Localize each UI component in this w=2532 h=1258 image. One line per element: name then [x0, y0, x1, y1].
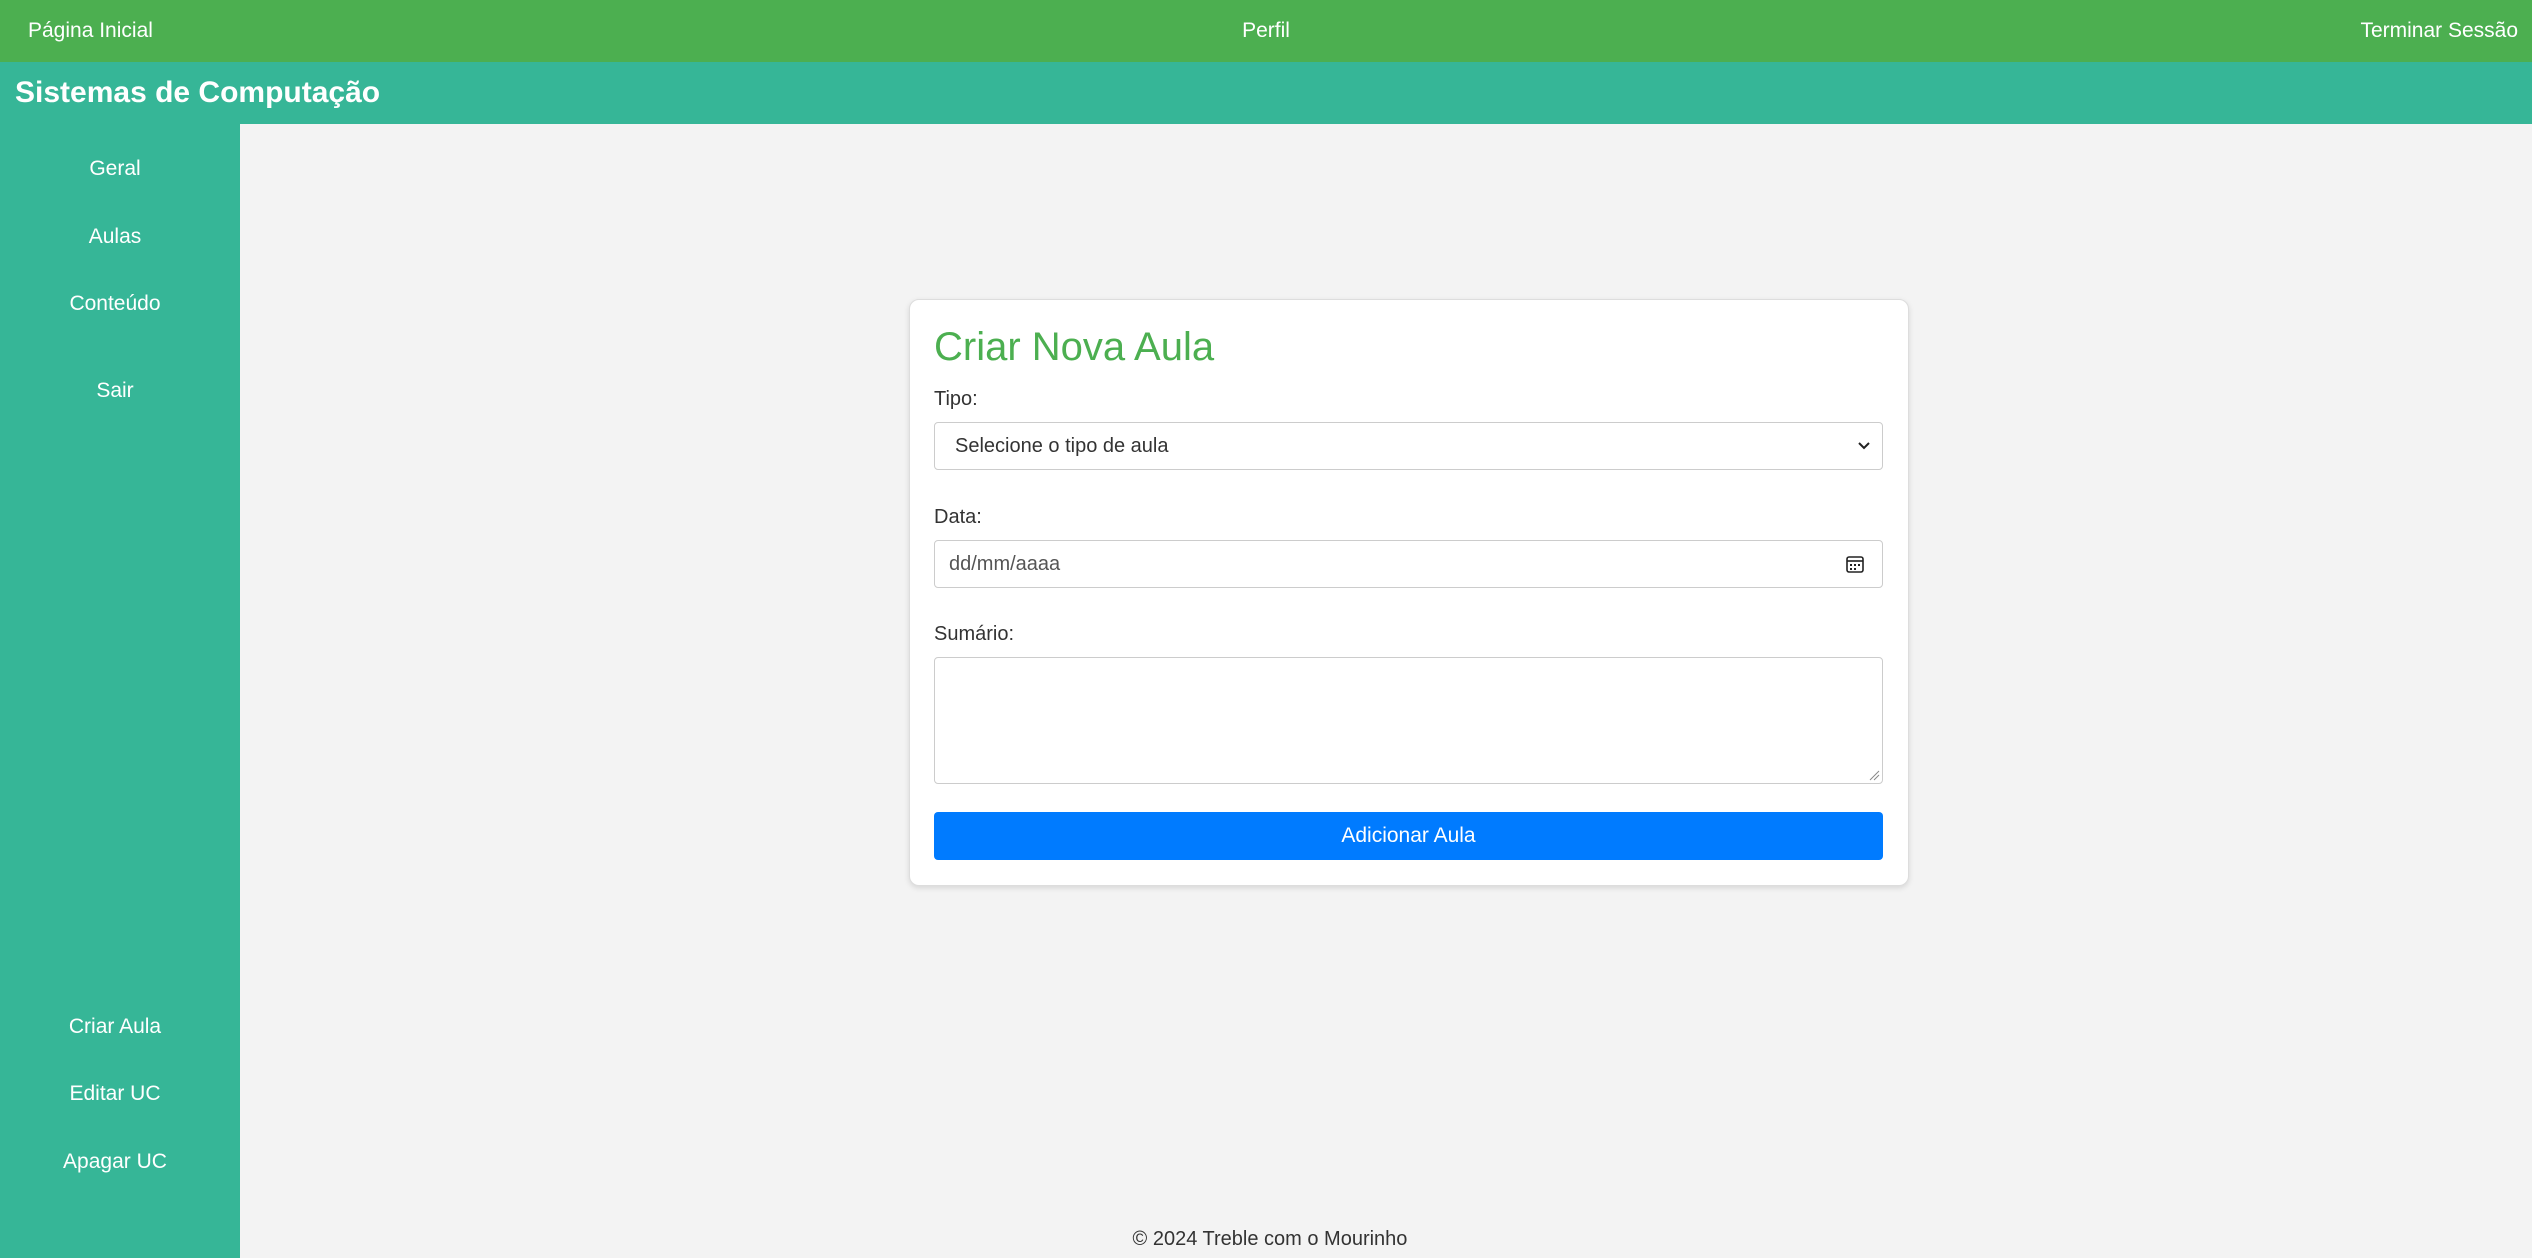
form-title: Criar Nova Aula	[934, 325, 1215, 369]
type-select[interactable]: Selecione o tipo de aula	[934, 422, 1883, 470]
sidebar-item-conteudo[interactable]: Conteúdo	[0, 292, 230, 316]
chevron-down-icon	[1858, 442, 1870, 450]
top-navbar: Página Inicial Perfil Terminar Sessão	[0, 0, 2532, 62]
sidebar-item-apagar-uc[interactable]: Apagar UC	[0, 1150, 230, 1174]
date-label: Data:	[934, 506, 982, 528]
sidebar-item-geral[interactable]: Geral	[0, 157, 230, 181]
summary-label: Sumário:	[934, 623, 1015, 645]
resize-grip-icon[interactable]	[1868, 769, 1880, 781]
nav-logout-link[interactable]: Terminar Sessão	[2360, 19, 2518, 43]
sidebar-item-criar-aula[interactable]: Criar Aula	[0, 1015, 230, 1039]
nav-home-link[interactable]: Página Inicial	[28, 19, 153, 43]
date-input-placeholder: dd/mm/aaaa	[949, 552, 1061, 575]
brand-header: Sistemas de Computação	[0, 62, 2532, 124]
create-class-card: Criar Nova Aula Tipo: Selecione o tipo d…	[909, 299, 1909, 886]
calendar-icon[interactable]	[1844, 553, 1866, 575]
type-label: Tipo:	[934, 388, 978, 410]
sidebar-item-aulas[interactable]: Aulas	[0, 225, 230, 249]
sidebar: Geral Aulas Conteúdo Sair Criar Aula Edi…	[0, 124, 240, 1258]
footer-copyright: © 2024 Treble com o Mourinho	[1132, 1228, 1408, 1250]
date-input[interactable]: dd/mm/aaaa	[934, 540, 1883, 588]
sidebar-item-editar-uc[interactable]: Editar UC	[0, 1082, 230, 1106]
nav-profile-link[interactable]: Perfil	[1242, 19, 1290, 42]
brand-title: Sistemas de Computação	[15, 76, 381, 109]
add-class-button[interactable]: Adicionar Aula	[934, 812, 1883, 860]
type-select-value: Selecione o tipo de aula	[955, 434, 1169, 457]
sidebar-item-sair[interactable]: Sair	[0, 379, 230, 403]
summary-textarea[interactable]	[934, 657, 1883, 784]
main-content: Criar Nova Aula Tipo: Selecione o tipo d…	[240, 124, 2532, 1258]
